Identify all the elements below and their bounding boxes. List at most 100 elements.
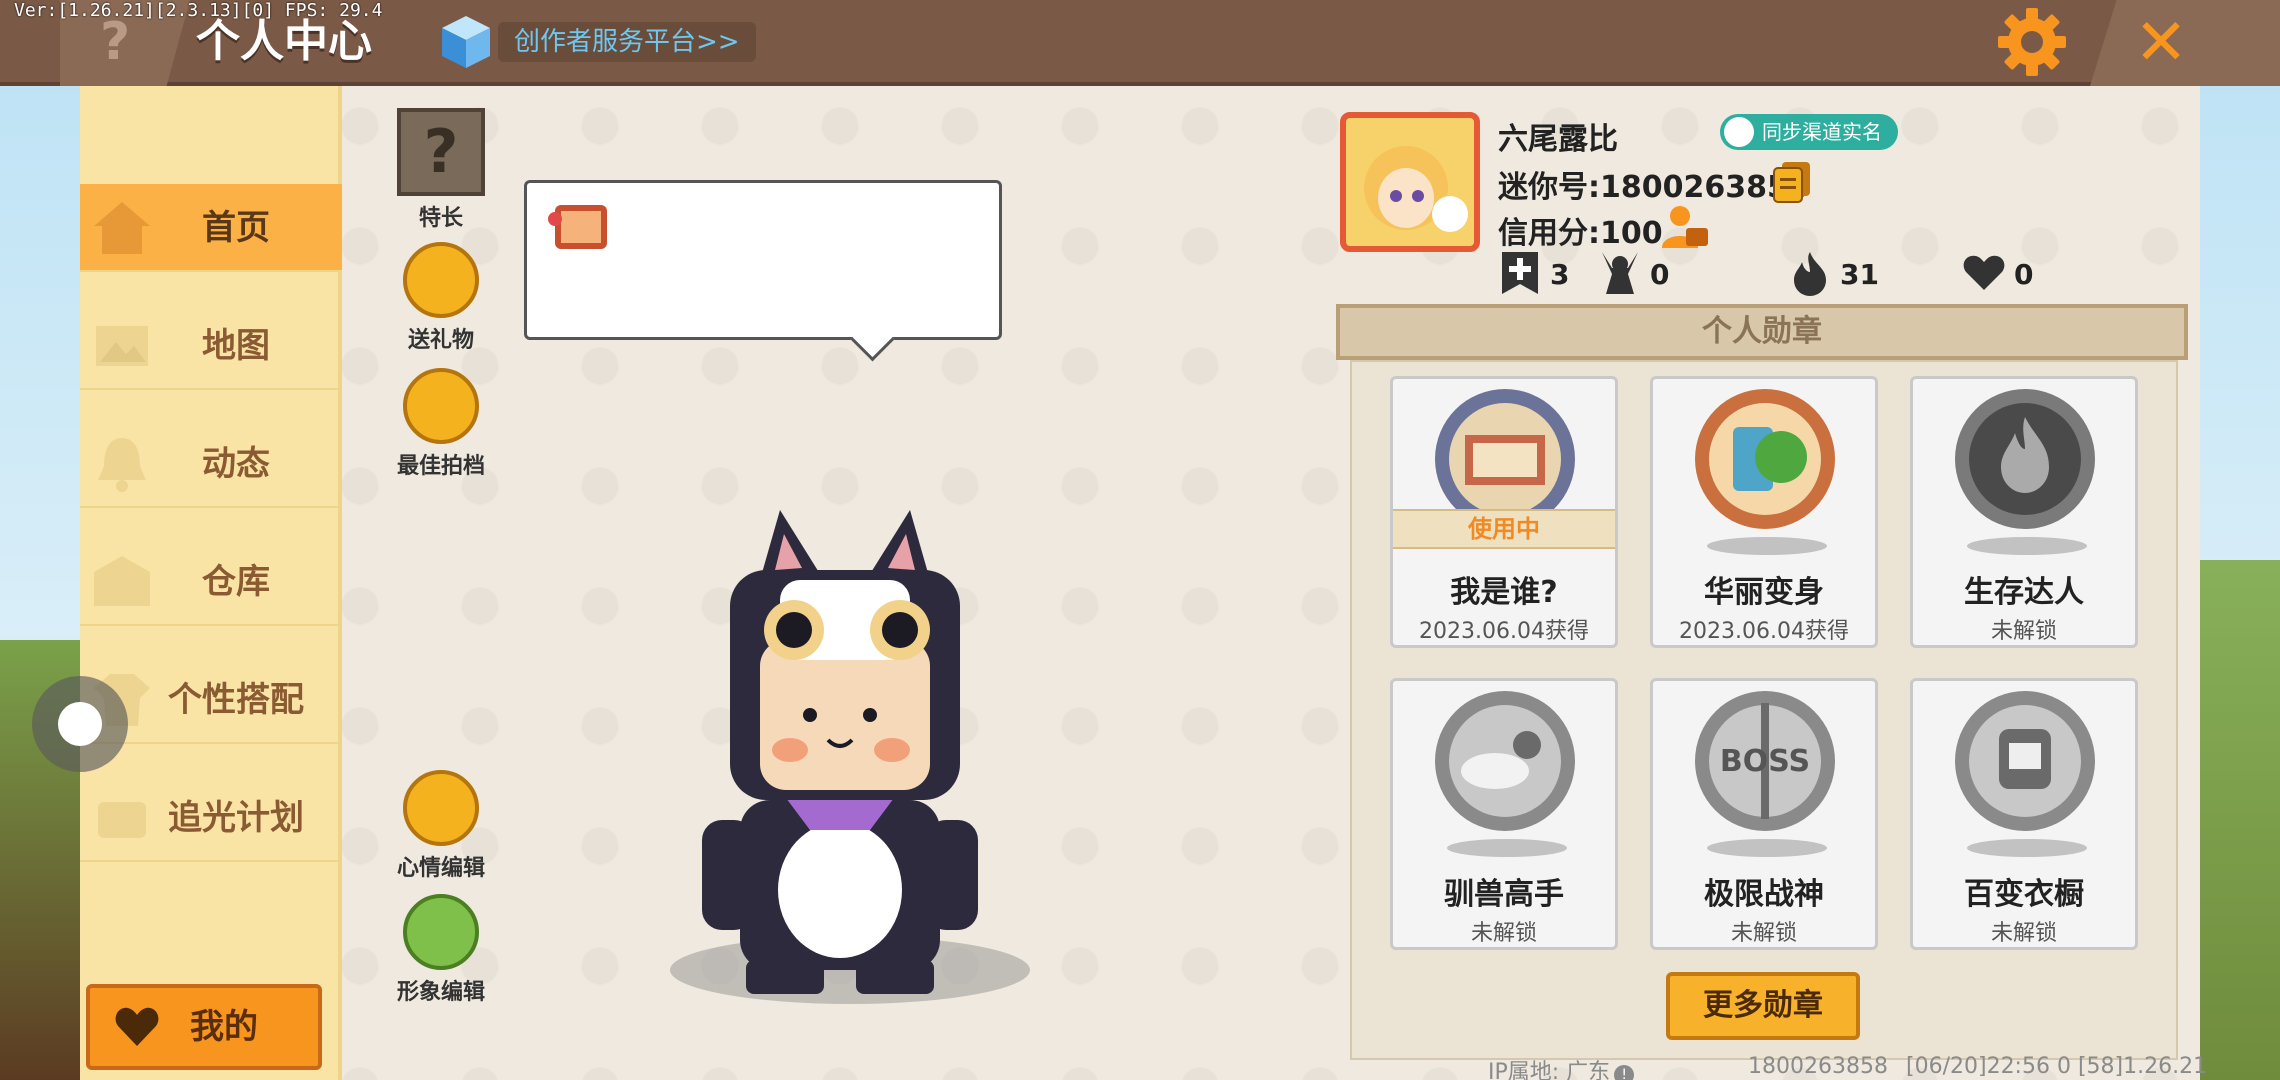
- sidebar-item-warehouse[interactable]: 仓库: [80, 538, 342, 626]
- shirt-icon: [403, 894, 479, 970]
- badge-card[interactable]: 生存达人 未解锁: [1910, 376, 2138, 648]
- badge-status: 未解锁: [1990, 921, 2057, 946]
- badge-status: 未解锁: [1730, 921, 1797, 946]
- handshake-icon: [403, 368, 479, 444]
- footer-version: [06/20]22:56 0 [58]1.26.21: [1906, 1054, 2208, 1079]
- ip-location-text: IP属地: 广东: [1488, 1060, 1611, 1080]
- medal-shadow: [1707, 839, 1827, 857]
- badge-in-use-label: 使用中: [1393, 509, 1615, 549]
- badge-card[interactable]: 驯兽高手 未解锁: [1390, 678, 1618, 950]
- badge-name: 百变衣橱: [1964, 877, 2084, 912]
- gift-action[interactable]: 送礼物: [386, 242, 496, 354]
- credit-score: 信用分:100: [1498, 216, 1663, 251]
- add-bookmark-icon: [1502, 252, 1538, 294]
- sidebar-item-map[interactable]: 地图: [80, 302, 342, 390]
- badge-tamer-icon: [1435, 691, 1575, 831]
- heart-icon: [1963, 255, 2005, 290]
- user-check-icon: [1724, 117, 1754, 147]
- medal-shadow: [1967, 839, 2087, 857]
- medal-shadow: [1967, 537, 2087, 555]
- mood-emoji-icon: [548, 205, 607, 249]
- footer-user-id: 1800263858: [1748, 1054, 1888, 1079]
- badge-name: 我是谁?: [1450, 575, 1558, 610]
- sidebar-item-label: 追光计划: [168, 798, 304, 838]
- badge-name: 极限战神: [1704, 877, 1824, 912]
- avatar[interactable]: [1340, 112, 1480, 252]
- stat-add-value: 3: [1550, 258, 1570, 291]
- my-button[interactable]: 我的: [86, 984, 322, 1070]
- info-icon[interactable]: !: [1614, 1065, 1635, 1080]
- debug-overlay: Ver:[1.26.21][2.3.13][0] FPS: 29.4: [14, 0, 383, 21]
- sidebar-item-feed[interactable]: 动态: [80, 420, 342, 508]
- map-icon: [96, 326, 148, 366]
- bell-icon: [98, 438, 146, 492]
- badge-name: 生存达人: [1964, 575, 2084, 610]
- player-character[interactable]: [630, 490, 1050, 1010]
- sidebar-item-label: 首页: [202, 208, 270, 248]
- warehouse-icon: [94, 556, 150, 606]
- mini-id: 迷你号:1800263858: [1498, 170, 1809, 205]
- gear-icon[interactable]: [1996, 6, 2068, 78]
- spotlight-icon: [98, 802, 146, 838]
- stat-fans-value: 0: [1650, 258, 1670, 291]
- mood-edit-label: 心情编辑: [396, 856, 485, 881]
- partner-label: 最佳拍档: [396, 454, 485, 479]
- badge-status: 2023.06.04获得: [1679, 619, 1849, 644]
- sidebar-item-home[interactable]: 首页: [80, 184, 342, 272]
- talent-action[interactable]: ? 特长: [386, 108, 496, 232]
- svg-text:BOSS: BOSS: [1720, 744, 1810, 779]
- mood-edit-action[interactable]: 心情编辑: [386, 770, 496, 882]
- help-icon[interactable]: ?: [100, 14, 140, 70]
- ip-location: IP属地: 广东!: [1488, 1054, 1635, 1080]
- gift-label: 送礼物: [407, 328, 474, 353]
- talent-icon: ?: [397, 108, 485, 196]
- badge-status: 未解锁: [1470, 921, 1537, 946]
- talent-label: 特长: [418, 206, 463, 231]
- badge-status: 2023.06.04获得: [1419, 619, 1589, 644]
- avatar-edit-label: 形象编辑: [396, 980, 485, 1005]
- nickname: 六尾露比: [1498, 122, 1618, 157]
- floating-assist-button[interactable]: [32, 676, 128, 772]
- heart-icon: [115, 1007, 159, 1046]
- badge-transform-icon: [1695, 389, 1835, 529]
- copy-icon[interactable]: [1772, 160, 1812, 204]
- fans-icon: [1602, 252, 1638, 294]
- world-block-right: [2200, 560, 2280, 1080]
- mood-speech-bubble[interactable]: [524, 180, 1002, 340]
- medal-shadow: [1447, 839, 1567, 857]
- badges-header: 个人勋章: [1336, 304, 2188, 360]
- badge-status: 未解锁: [1990, 619, 2057, 644]
- gift-icon: [403, 242, 479, 318]
- sidebar-item-spotlight[interactable]: 追光计划: [80, 774, 342, 862]
- badge-card[interactable]: 华丽变身 2023.06.04获得: [1650, 376, 1878, 648]
- creator-platform-link[interactable]: 创作者服务平台>>: [498, 22, 756, 62]
- sidebar-item-label: 动态: [202, 444, 270, 484]
- home-icon: [94, 202, 150, 254]
- stat-likes-value: 0: [2014, 258, 2034, 291]
- my-button-label: 我的: [190, 1007, 258, 1047]
- realname-badge-label: 同步渠道实名: [1762, 120, 1882, 144]
- badge-name: 华丽变身: [1704, 575, 1824, 610]
- avatar-portrait-icon: [1364, 146, 1468, 232]
- badge-name: 驯兽高手: [1444, 877, 1564, 912]
- badge-boss-icon: BOSS: [1695, 691, 1835, 831]
- badge-card[interactable]: 百变衣橱 未解锁: [1910, 678, 2138, 950]
- sidebar-item-label: 地图: [202, 326, 270, 366]
- close-icon[interactable]: ✕: [2128, 10, 2194, 76]
- realname-badge[interactable]: 同步渠道实名: [1720, 114, 1898, 150]
- badge-card[interactable]: 使用中 我是谁? 2023.06.04获得: [1390, 376, 1618, 648]
- badge-wardrobe-icon: [1955, 691, 2095, 831]
- badge-card[interactable]: BOSS 极限战神 未解锁: [1650, 678, 1878, 950]
- badge-survival-icon: [1955, 389, 2095, 529]
- more-badges-button[interactable]: 更多勋章: [1666, 972, 1860, 1040]
- cube-icon[interactable]: [440, 14, 492, 70]
- medal-shadow: [1707, 537, 1827, 555]
- avatar-edit-action[interactable]: 形象编辑: [386, 894, 496, 1006]
- sidebar-item-label: 仓库: [202, 562, 270, 602]
- stat-heat-value: 31: [1840, 258, 1879, 291]
- edit-icon: [403, 770, 479, 846]
- sidebar-item-label: 个性搭配: [168, 680, 304, 720]
- credit-user-icon[interactable]: [1660, 202, 1710, 252]
- partner-action[interactable]: 最佳拍档: [386, 368, 496, 480]
- flame-icon: [1794, 252, 1826, 296]
